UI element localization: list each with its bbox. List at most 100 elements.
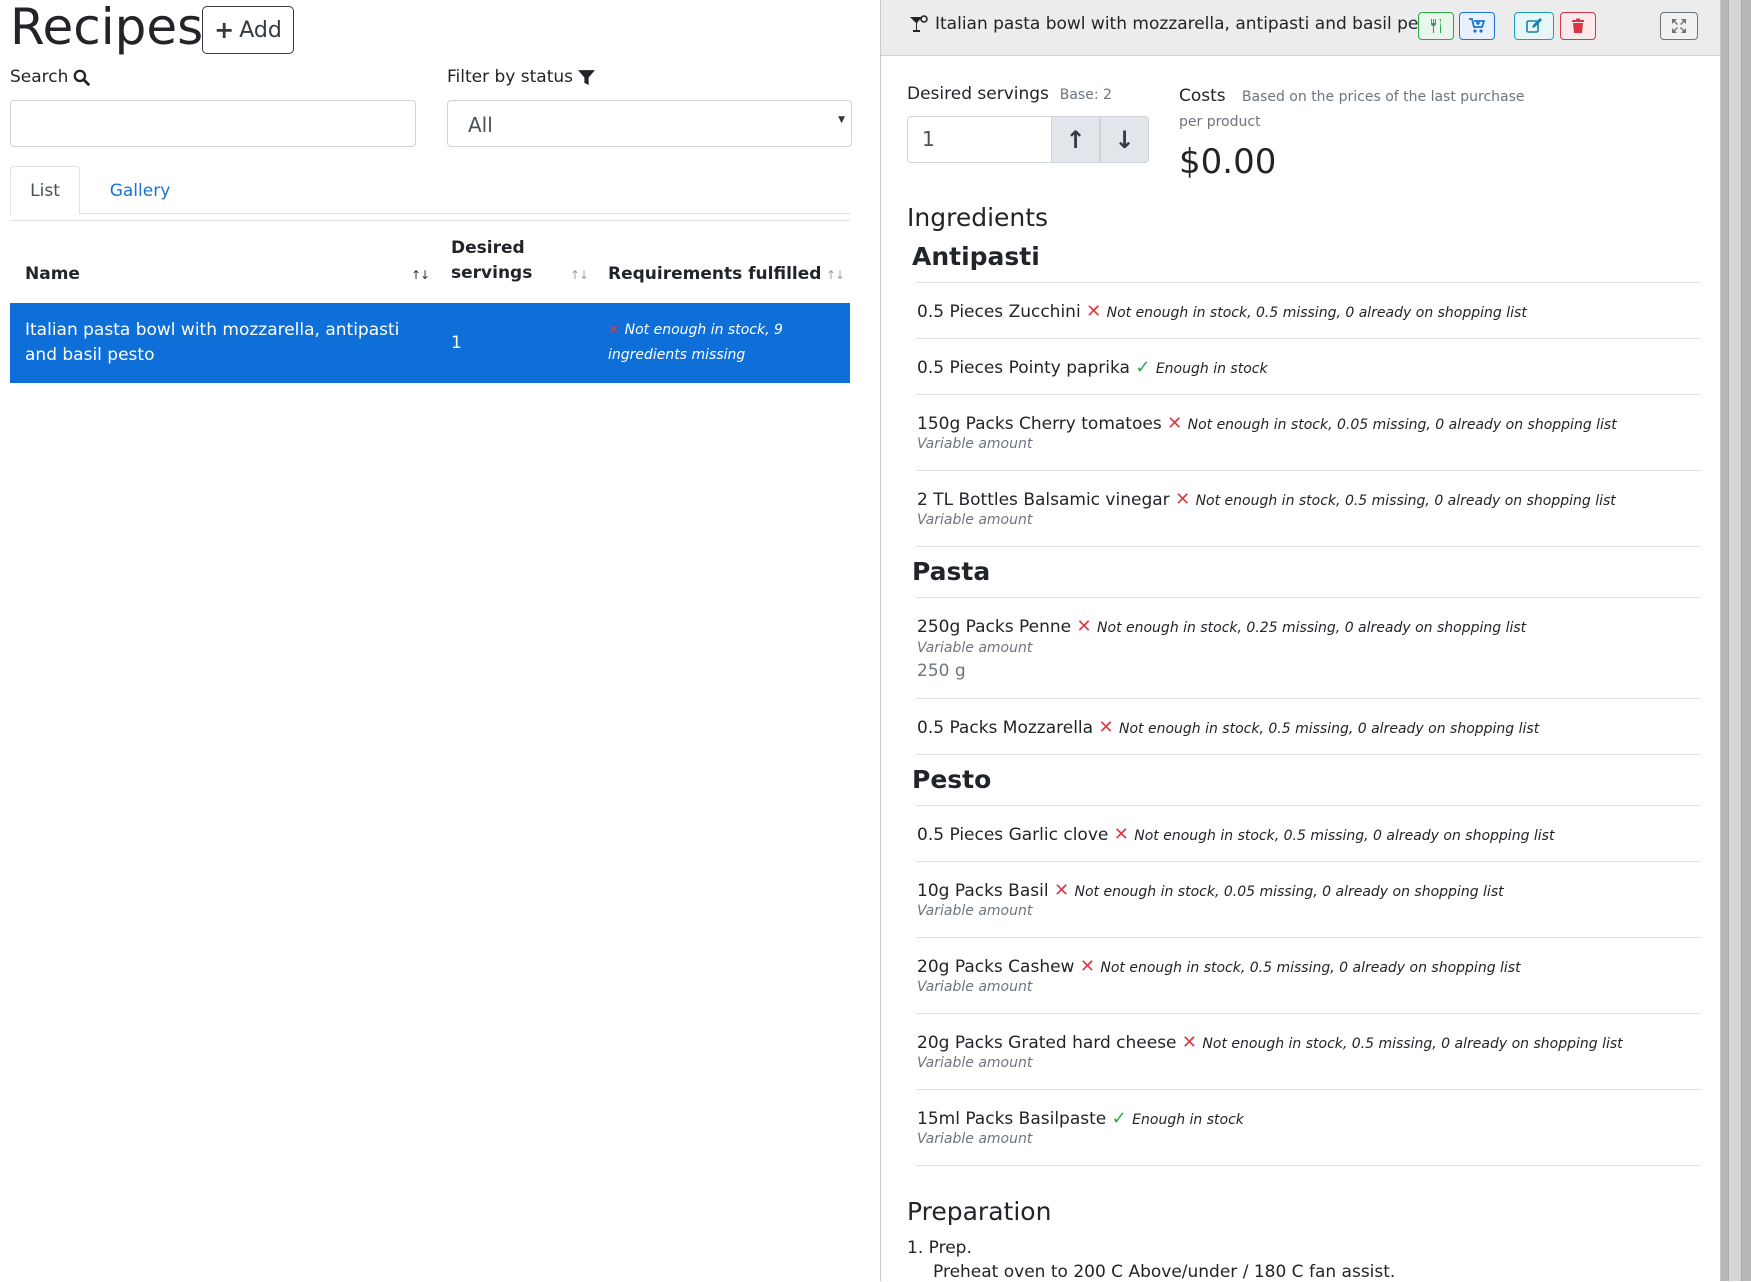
divider (916, 282, 1701, 283)
x-icon: ✕ (608, 322, 625, 338)
filter-label: Filter by status (447, 67, 595, 87)
table-row[interactable]: Italian pasta bowl with mozzarella, anti… (10, 303, 850, 383)
x-icon: ✕ (1079, 956, 1095, 977)
divider (916, 546, 1701, 547)
ingredient-item: 0.5 Pieces Garlic clove ✕ Not enough in … (917, 824, 1555, 845)
x-icon: ✕ (1053, 880, 1070, 901)
sort-icon[interactable]: ↑↓ (570, 268, 589, 282)
consume-recipe-button[interactable] (1418, 12, 1454, 40)
edit-icon (1526, 18, 1542, 33)
add-recipe-button[interactable]: + Add (202, 6, 294, 54)
variable-amount-label: Variable amount (917, 512, 1033, 528)
divider (916, 338, 1701, 339)
divider (916, 937, 1701, 938)
variable-amount-label: Variable amount (917, 640, 1033, 656)
ingredient-item: 15ml Packs Basilpaste ✓ Enough in stock (917, 1108, 1244, 1129)
ingredient-item: 2 TL Bottles Balsamic vinegar ✕ Not enou… (917, 489, 1616, 510)
recipe-detail-header: Italian pasta bowl with mozzarella, anti… (881, 0, 1720, 56)
divider (916, 754, 1701, 755)
divider (916, 805, 1701, 806)
preparation-heading: Preparation (907, 1197, 1052, 1226)
plus-icon: + (214, 16, 235, 44)
ingredient-item: 20g Packs Grated hard cheese ✕ Not enoug… (917, 1032, 1623, 1053)
utensils-icon (1431, 19, 1441, 33)
chevron-down-icon: ▼ (838, 115, 845, 125)
ingredient-item: 0.5 Pieces Zucchini ✕ Not enough in stoc… (917, 301, 1527, 322)
trash-icon (1572, 18, 1584, 33)
cart-plus-icon (1469, 18, 1485, 33)
variable-amount-label: Variable amount (917, 1131, 1033, 1147)
base-servings-label: Base: 2 (1059, 87, 1112, 103)
tab-gallery[interactable]: Gallery (90, 166, 190, 215)
x-icon: ✕ (1098, 717, 1114, 738)
preparation-step: 1. Prep. (907, 1238, 972, 1258)
variable-amount-label: Variable amount (917, 1055, 1033, 1071)
variable-amount-label: Variable amount (917, 979, 1033, 995)
divider (916, 394, 1701, 395)
divider (916, 1165, 1701, 1166)
divider (916, 861, 1701, 862)
search-input[interactable] (10, 100, 416, 147)
x-icon: ✕ (1076, 616, 1092, 637)
sort-icon[interactable]: ↑↓ (411, 268, 430, 282)
cocktail-icon (910, 15, 928, 32)
ingredient-item: 20g Packs Cashew ✕ Not enough in stock, … (917, 956, 1521, 977)
divider (916, 597, 1701, 598)
recipe-detail-panel: Italian pasta bowl with mozzarella, anti… (880, 0, 1721, 1282)
check-icon: ✓ (1111, 1108, 1127, 1129)
divider (916, 1013, 1701, 1014)
table-divider (10, 220, 850, 221)
x-icon: ✕ (1086, 301, 1102, 322)
add-to-shopping-list-button[interactable] (1459, 12, 1495, 40)
recipe-name-cell: Italian pasta bowl with mozzarella, anti… (25, 320, 400, 365)
filter-icon (578, 69, 595, 85)
edit-recipe-button[interactable] (1514, 12, 1554, 40)
ingredient-group-heading: Pasta (912, 557, 991, 586)
ingredient-group-heading: Antipasti (912, 242, 1040, 271)
arrow-up-icon: ↑ (1065, 125, 1086, 154)
ingredient-item: 10g Packs Basil ✕ Not enough in stock, 0… (917, 880, 1504, 901)
ingredient-item: 0.5 Packs Mozzarella ✕ Not enough in sto… (917, 717, 1540, 738)
ingredient-amount: 250 g (917, 661, 966, 681)
recipe-cost-value: $0.00 (1179, 142, 1277, 182)
preparation-text: Preheat oven to 200 C Above/under / 180 … (933, 1262, 1396, 1282)
x-icon: ✕ (1113, 824, 1129, 845)
arrow-down-icon: ↓ (1114, 125, 1135, 154)
expand-icon (1672, 19, 1686, 33)
page-title: Recipes (10, 0, 204, 56)
ingredient-item: 0.5 Pieces Pointy paprika ✓ Enough in st… (917, 357, 1268, 378)
x-icon: ✕ (1175, 489, 1191, 510)
servings-input[interactable]: 1 (907, 116, 1052, 163)
ingredient-item: 150g Packs Cherry tomatoes ✕ Not enough … (917, 413, 1617, 434)
status-filter-value: All (468, 113, 493, 137)
recipe-list-panel: Recipes + Add Search Filter by status Al… (0, 0, 880, 1281)
ingredient-item: 250g Packs Penne ✕ Not enough in stock, … (917, 616, 1527, 637)
x-icon: ✕ (1181, 1032, 1198, 1053)
column-header-name[interactable]: Name (25, 262, 80, 287)
recipe-title: Italian pasta bowl with mozzarella, anti… (909, 14, 1444, 34)
column-header-servings[interactable]: Desired servings (451, 236, 561, 286)
fullscreen-button[interactable] (1660, 12, 1698, 40)
costs-note: Based on the prices of the last purchase… (1179, 89, 1525, 130)
status-filter-select[interactable]: All ▼ (447, 100, 852, 147)
recipe-servings-cell: 1 (451, 333, 462, 353)
view-tabs: List Gallery (10, 166, 850, 215)
costs-label: Costs Based on the prices of the last pu… (1179, 86, 1525, 130)
scrollbar-thumb[interactable] (1728, 0, 1742, 1281)
servings-increase-button[interactable]: ↑ (1051, 116, 1100, 163)
desired-servings-label: Desired servings Base: 2 (907, 84, 1112, 104)
tab-list[interactable]: List (10, 166, 80, 215)
search-icon (74, 69, 91, 86)
divider (916, 1089, 1701, 1090)
sort-icon[interactable]: ↑↓ (826, 268, 845, 282)
delete-recipe-button[interactable] (1560, 12, 1596, 40)
variable-amount-label: Variable amount (917, 436, 1033, 452)
variable-amount-label: Variable amount (917, 903, 1033, 919)
divider (916, 698, 1701, 699)
divider (916, 470, 1701, 471)
servings-decrease-button[interactable]: ↓ (1100, 116, 1149, 163)
x-icon: ✕ (1167, 413, 1183, 434)
ingredients-heading: Ingredients (907, 203, 1049, 232)
column-header-requirements[interactable]: Requirements fulfilled (608, 262, 821, 287)
recipe-requirements-cell: ✕ Not enough in stock, 9 ingredients mis… (608, 322, 783, 363)
